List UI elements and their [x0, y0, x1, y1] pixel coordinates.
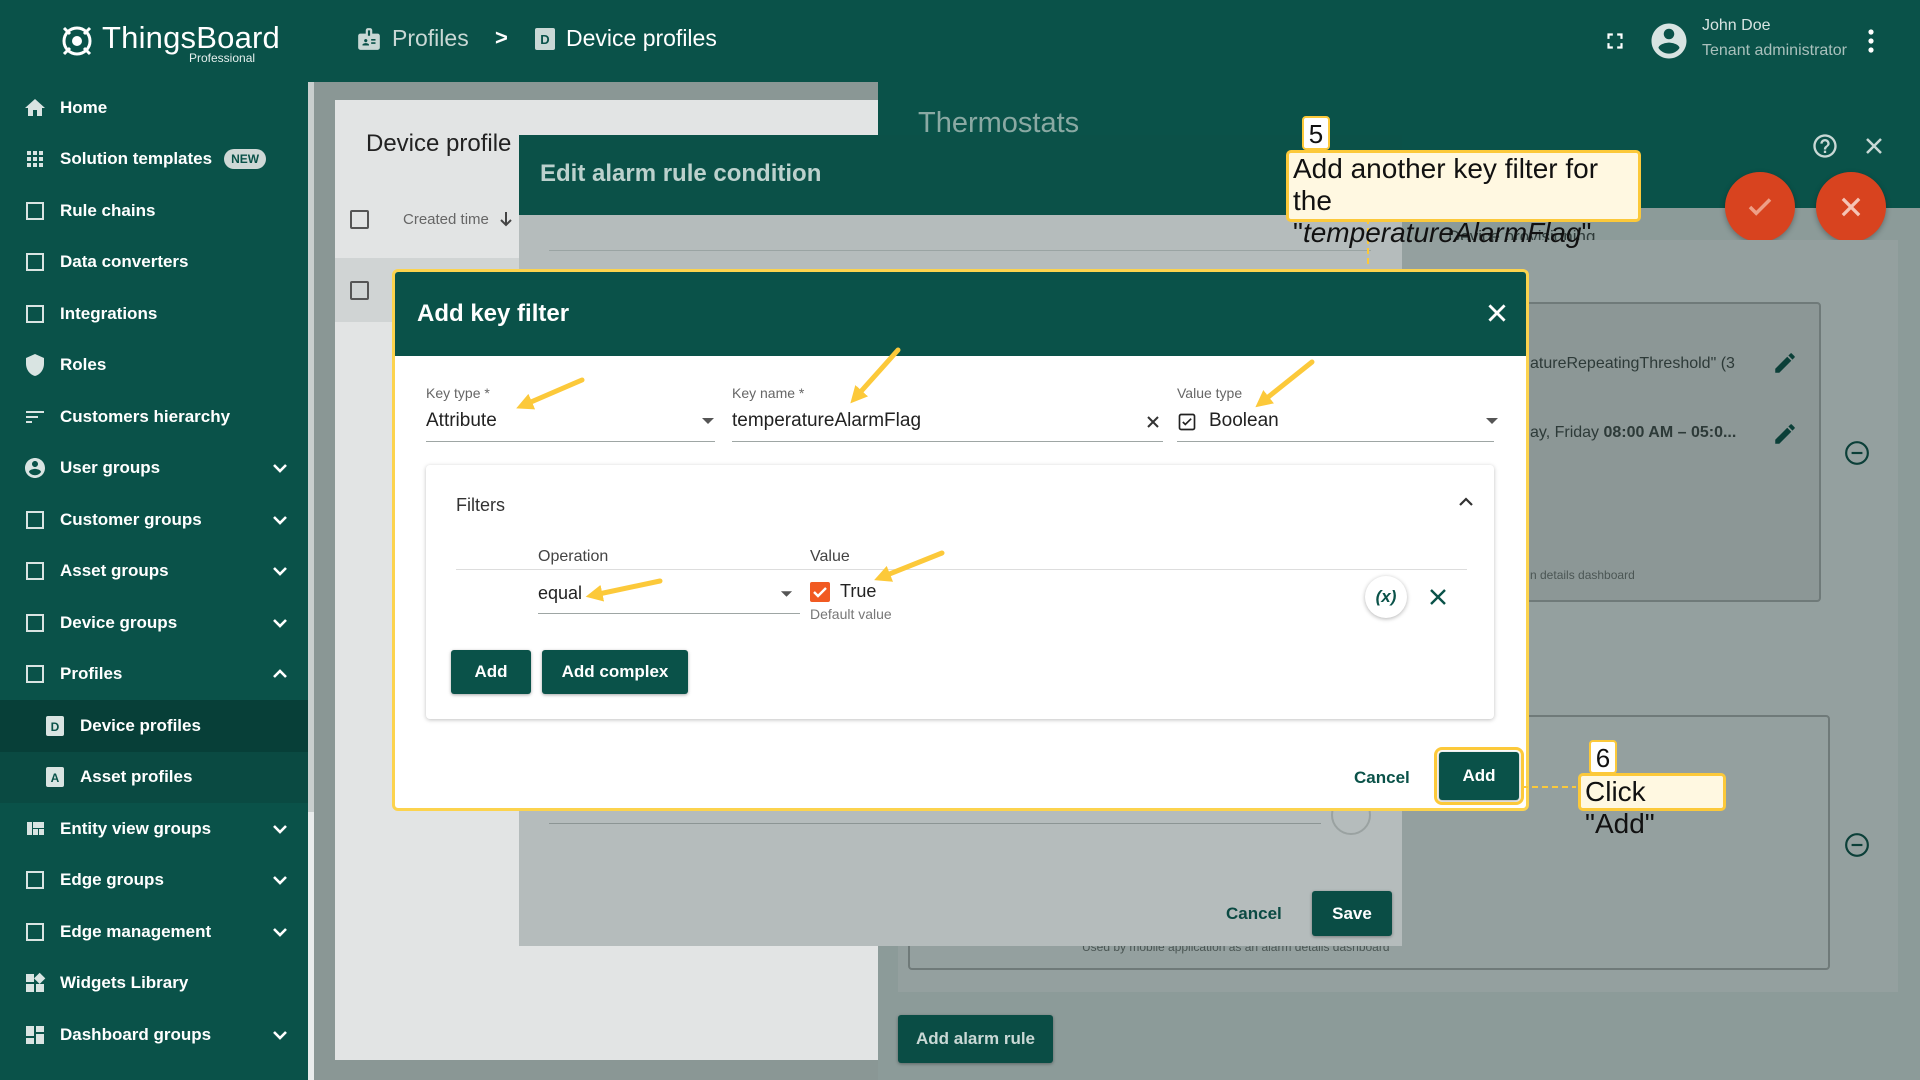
arrow-key-name: [850, 347, 901, 404]
step-number: 6: [1589, 740, 1617, 774]
step5-callout: Add another key filter for the "temperat…: [1286, 150, 1641, 248]
arrow-key-type: [516, 377, 585, 410]
arrow-value: [874, 550, 945, 582]
arrow-operation: [585, 578, 663, 602]
step6-callout: Click "Add": [1578, 773, 1726, 839]
arrow-value-type: [1255, 359, 1315, 408]
callout-text: ": [1581, 217, 1592, 248]
callout-key-name: temperatureAlarmFlag: [1302, 217, 1582, 248]
callout-line: Add another key filter for: [1293, 153, 1599, 184]
callout-line: the "temperatureAlarmFlag": [1293, 185, 1634, 249]
step-number: 5: [1302, 116, 1330, 150]
